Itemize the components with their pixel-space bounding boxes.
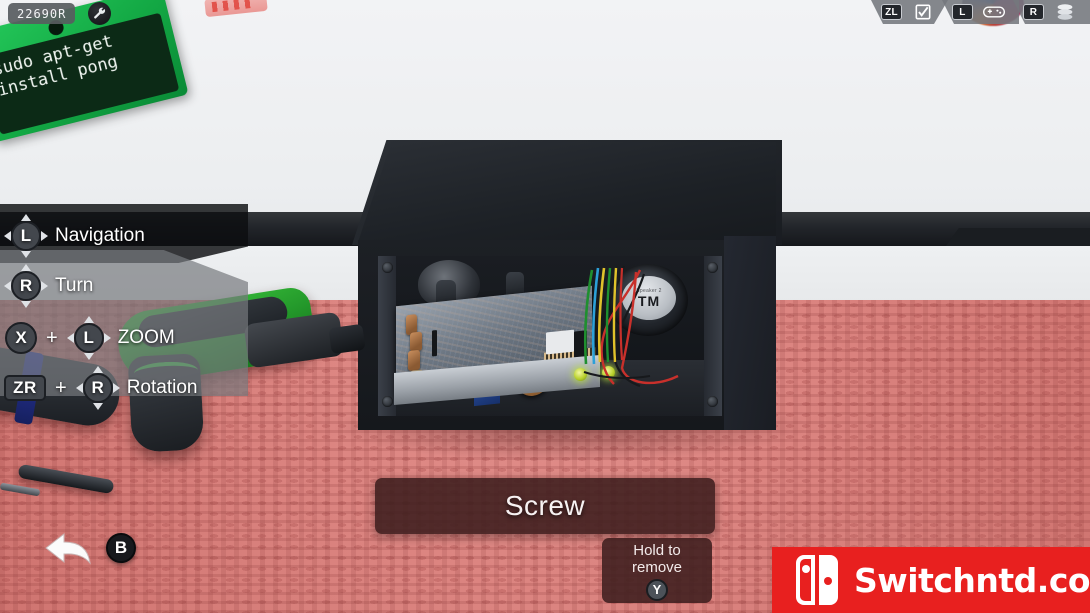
button-x-icon: X (5, 322, 37, 354)
stick-label: L (73, 323, 104, 353)
button-l[interactable]: L (952, 4, 973, 20)
stick-arrow-up-icon (92, 366, 103, 373)
button-zl[interactable]: ZL (881, 4, 902, 20)
top-right-hud: ZL L R (877, 0, 1090, 28)
button-b-icon[interactable]: B (106, 533, 136, 563)
hint-rotation: ZR + R Rotation (4, 366, 197, 410)
selected-part-name: Screw (504, 490, 586, 521)
button-r[interactable]: R (1023, 4, 1044, 20)
hint-label-turn: Turn (55, 275, 94, 296)
checkbox-checked-glyph (915, 4, 931, 20)
stick-label: L (11, 221, 41, 251)
hint-turn: R Turn (4, 264, 93, 308)
combo-plus-icon: + (46, 326, 58, 349)
hint-zoom: X + L ZOOM (5, 316, 175, 360)
stick-arrow-down-icon (92, 403, 103, 410)
hud-chip-layers[interactable]: R (1013, 0, 1090, 24)
back-arrow-icon (45, 532, 91, 565)
stick-arrow-right-icon (41, 281, 48, 291)
hint-label-zoom: ZOOM (117, 327, 175, 348)
button-y-icon[interactable]: Y (646, 578, 668, 601)
game-screen: Speaker 2 TM sudo apt-get install pong 2… (0, 0, 1090, 613)
control-hints-panel: L Navigation R Turn X + L ZOOM ZR + R Ro… (0, 204, 248, 410)
job-id-chip: 22690R (8, 3, 76, 24)
watermark-text: Switchntd.com (854, 560, 1090, 600)
stick-arrow-down-icon (83, 353, 94, 360)
stick-arrow-up-icon (83, 316, 94, 323)
hint-label-navigation: Navigation (55, 225, 145, 246)
stick-arrow-left-icon (75, 383, 83, 393)
gamepad-glyph (983, 6, 1005, 18)
wire-harness (583, 265, 679, 388)
layers-stack-icon (1054, 3, 1076, 21)
hint-label-rotation: Rotation (126, 377, 198, 398)
stick-arrow-left-icon (4, 231, 11, 241)
stick-arrow-down-icon (21, 251, 31, 258)
checkbox-checked-icon (912, 3, 934, 21)
job-id-label: 22690R (17, 6, 67, 21)
stick-arrow-right-icon (103, 333, 111, 343)
action-prompt-panel[interactable]: Hold to remove Y (602, 538, 712, 603)
stick-arrow-right-icon (112, 383, 120, 393)
selected-part-panel: Screw (375, 478, 715, 534)
left-stick-icon: L (66, 316, 111, 360)
stick-label: R (82, 373, 113, 403)
nintendo-switch-joycon-icon (796, 555, 838, 605)
wrench-glyph (93, 7, 105, 18)
wrench-icon (88, 2, 111, 25)
device-console[interactable]: Speaker 2 TM (352, 140, 782, 430)
hint-navigation: L Navigation (4, 214, 145, 258)
device-top-shell (352, 140, 782, 245)
back-control[interactable]: B (42, 530, 136, 566)
stick-arrow-left-icon (4, 281, 11, 291)
stick-label: R (11, 271, 41, 301)
action-prompt-line-2: remove (631, 559, 683, 576)
left-stick-icon: L (4, 214, 48, 258)
stick-arrow-down-icon (21, 301, 31, 308)
hud-chip-controls[interactable]: L (942, 0, 1019, 24)
gamepad-icon (983, 3, 1005, 21)
site-watermark: Switchntd.com (772, 547, 1090, 613)
power-drill-bit (328, 323, 366, 355)
stick-arrow-right-icon (41, 231, 48, 241)
stick-arrow-up-icon (21, 214, 31, 221)
stick-arrow-up-icon (21, 264, 31, 271)
combo-plus-icon: + (55, 376, 67, 399)
device-interior: Speaker 2 TM (378, 256, 722, 416)
right-stick-icon: R (4, 264, 48, 308)
device-top-face (358, 142, 776, 242)
device-side-shell (724, 236, 776, 430)
right-stick-icon: R (75, 366, 120, 410)
stick-arrow-left-icon (66, 333, 74, 343)
layers-stack-glyph (1057, 4, 1073, 20)
hud-chip-checklist[interactable]: ZL (871, 0, 948, 24)
button-zr-icon: ZR (4, 375, 46, 401)
action-prompt-line-1: Hold to (633, 542, 681, 560)
